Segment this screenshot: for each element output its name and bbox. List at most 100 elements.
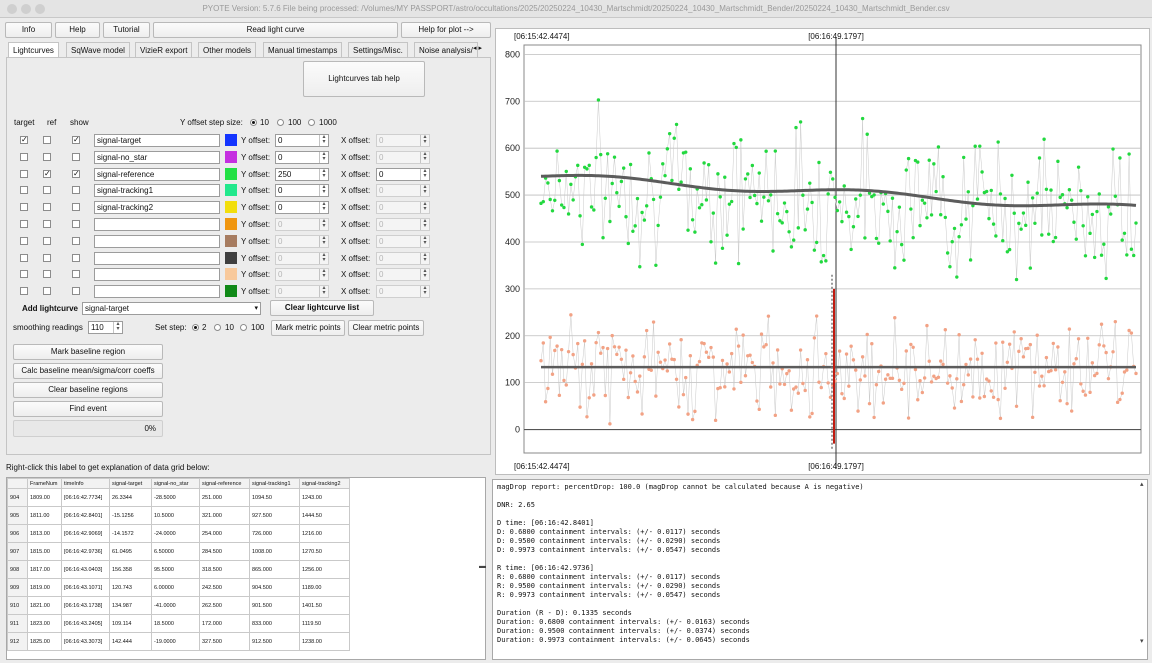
ref-checkbox[interactable] — [43, 253, 51, 262]
spin-arrows-icon[interactable]: ▴ ▾ — [319, 252, 328, 264]
col-header-signal-no-star[interactable]: signal-no_star — [151, 478, 200, 489]
x-offset-spinbox[interactable]: 0 ▴ ▾ — [376, 268, 430, 282]
spin-arrows-icon[interactable]: ▴ ▾ — [420, 285, 429, 298]
table-row[interactable]: 909 1819.00 [06:16:43.1071] 120.743 6.00000 2… — [7, 578, 350, 597]
col-header-signal-tracking1[interactable]: signal-tracking1 — [249, 478, 300, 489]
col-header-signal-tracking2[interactable]: signal-tracking2 — [299, 478, 350, 489]
col-header-signal-reference[interactable]: signal-reference — [199, 478, 250, 489]
tutorial-button[interactable]: Tutorial — [103, 22, 150, 38]
show-checkbox[interactable] — [72, 152, 80, 161]
table-cell[interactable]: 1238.00 — [299, 632, 350, 651]
x-offset-spinbox[interactable]: 0 ▴ ▾ — [376, 150, 430, 164]
table-cell[interactable]: 1809.00 — [27, 488, 62, 507]
target-checkbox[interactable] — [20, 152, 28, 161]
find-event-button[interactable]: Find event — [13, 401, 163, 417]
lightcurve-name-field[interactable]: signal-reference — [94, 167, 220, 181]
y-offset-spinbox[interactable]: 0 ▴ ▾ — [275, 201, 329, 215]
spin-arrows-icon[interactable]: ▴ ▾ — [420, 218, 429, 230]
table-cell[interactable]: 254.000 — [199, 524, 250, 543]
lightcurve-color-swatch[interactable] — [225, 285, 237, 298]
lightcurve-name-field[interactable]: signal-tracking2 — [94, 201, 220, 215]
table-cell[interactable]: 904.500 — [249, 578, 300, 597]
table-cell[interactable]: 1243.00 — [299, 488, 350, 507]
ref-checkbox[interactable] — [43, 186, 51, 195]
tab-vizier-export[interactable]: VizieR export — [135, 42, 193, 57]
spin-arrows-icon[interactable]: ▴ ▾ — [319, 168, 328, 180]
lightcurve-name-field[interactable]: signal-tracking1 — [94, 184, 220, 198]
ref-checkbox[interactable] — [43, 136, 51, 144]
spin-arrows-icon[interactable]: ▴ ▾ — [319, 201, 328, 214]
table-cell[interactable]: 927.500 — [249, 506, 300, 525]
add-lightcurve-select[interactable]: signal-target ▾ — [82, 302, 261, 315]
tab-manual-timestamps[interactable]: Manual timestamps — [263, 42, 343, 57]
table-cell[interactable]: 912.500 — [249, 632, 300, 651]
mark-metric-points-button[interactable]: Mark metric points — [271, 320, 345, 336]
y-offset-spinbox[interactable]: 0 ▴ ▾ — [275, 285, 329, 299]
spin-arrows-icon[interactable]: ▴ ▾ — [319, 285, 328, 298]
y-offset-spinbox[interactable]: 0 ▴ ▾ — [275, 184, 329, 198]
table-cell[interactable]: -19.0000 — [151, 632, 200, 651]
table-cell[interactable]: 865.000 — [249, 560, 300, 579]
table-cell[interactable]: 120.743 — [109, 578, 152, 597]
spin-arrows-icon[interactable]: ▴ ▾ — [113, 321, 122, 333]
set-step-10-radio[interactable] — [214, 324, 221, 331]
y-offset-spinbox[interactable]: 0 ▴ ▾ — [275, 251, 329, 265]
table-cell[interactable]: 318.500 — [199, 560, 250, 579]
table-cell[interactable]: 18.5000 — [151, 614, 200, 633]
table-cell[interactable]: 1813.00 — [27, 524, 62, 543]
data-grid[interactable]: FrameNum timeInfo signal-target signal-n… — [6, 477, 486, 660]
spin-arrows-icon[interactable]: ▴ ▾ — [319, 151, 328, 163]
col-header-timeinfo[interactable]: timeInfo — [61, 478, 110, 489]
table-cell[interactable]: 61.0495 — [109, 542, 152, 561]
table-cell[interactable]: 1825.00 — [27, 632, 62, 651]
row-header-cell[interactable]: 905 — [7, 506, 28, 525]
table-row[interactable]: 907 1815.00 [06:16:42.9736] 61.0495 6.50000 2… — [7, 542, 350, 561]
table-row[interactable]: 912 1825.00 [06:16:43.3073] 142.444 -19.0000… — [7, 632, 350, 651]
smoothing-readings-spinbox[interactable]: 110 ▴ ▾ — [88, 321, 123, 334]
spin-arrows-icon[interactable]: ▴ ▾ — [420, 201, 429, 214]
report-text-area[interactable]: magDrop report: percentDrop: 100.0 (magD… — [492, 479, 1148, 660]
show-checkbox[interactable] — [72, 236, 80, 245]
table-cell[interactable]: 142.444 — [109, 632, 152, 651]
spin-arrows-icon[interactable]: ▴ ▾ — [319, 134, 328, 146]
show-checkbox[interactable] — [72, 203, 80, 212]
table-cell[interactable]: [06:16:43.1738] — [61, 596, 110, 615]
show-checkbox[interactable]: ✓ — [72, 169, 80, 178]
spin-arrows-icon[interactable]: ▴ ▾ — [319, 184, 328, 197]
table-cell[interactable]: -24.0000 — [151, 524, 200, 543]
target-checkbox[interactable] — [20, 220, 28, 228]
set-step-100-radio[interactable] — [240, 324, 247, 331]
tab-settings-misc[interactable]: Settings/Misc. — [348, 42, 408, 57]
table-cell[interactable]: 321.000 — [199, 506, 250, 525]
target-checkbox[interactable] — [20, 253, 28, 262]
scroll-down-icon[interactable]: ▾ — [1140, 637, 1144, 645]
spin-arrows-icon[interactable]: ▴ ▾ — [319, 218, 328, 230]
x-offset-spinbox[interactable]: 0 ▴ ▾ — [376, 184, 430, 198]
table-cell[interactable]: 1811.00 — [27, 506, 62, 525]
show-checkbox[interactable] — [72, 270, 80, 279]
table-cell[interactable]: 26.3344 — [109, 488, 152, 507]
spin-arrows-icon[interactable]: ▴ ▾ — [420, 184, 429, 197]
set-step-2-radio[interactable] — [192, 324, 199, 331]
row-header-cell[interactable]: 904 — [7, 488, 28, 507]
tab-scroll-arrows[interactable]: ◂ ▸ — [473, 44, 482, 52]
help-button[interactable]: Help — [55, 22, 100, 38]
ref-checkbox[interactable] — [43, 236, 51, 245]
ref-checkbox[interactable] — [43, 220, 51, 228]
ref-checkbox[interactable] — [43, 152, 51, 161]
tab-noise-analysis[interactable]: Noise analysis/ — [414, 42, 478, 57]
table-cell[interactable]: [06:16:43.0403] — [61, 560, 110, 579]
table-cell[interactable]: [06:16:43.3073] — [61, 632, 110, 651]
lightcurve-color-swatch[interactable] — [225, 268, 237, 281]
help-for-plot-button[interactable]: Help for plot --> — [401, 22, 491, 38]
table-cell[interactable]: 109.114 — [109, 614, 152, 633]
spin-arrows-icon[interactable]: ▴ ▾ — [420, 151, 429, 163]
table-cell[interactable]: 1819.00 — [27, 578, 62, 597]
tab-sqwave-model[interactable]: SqWave model — [66, 42, 130, 57]
lightcurve-color-swatch[interactable] — [225, 184, 237, 197]
spin-arrows-icon[interactable]: ▴ ▾ — [420, 134, 429, 146]
lightcurve-name-field[interactable] — [94, 234, 220, 248]
table-row[interactable]: 905 1811.00 [06:16:42.8401] -15.1256 10.5000… — [7, 506, 350, 525]
row-header-cell[interactable]: 910 — [7, 596, 28, 615]
lightcurve-color-swatch[interactable] — [225, 234, 237, 247]
